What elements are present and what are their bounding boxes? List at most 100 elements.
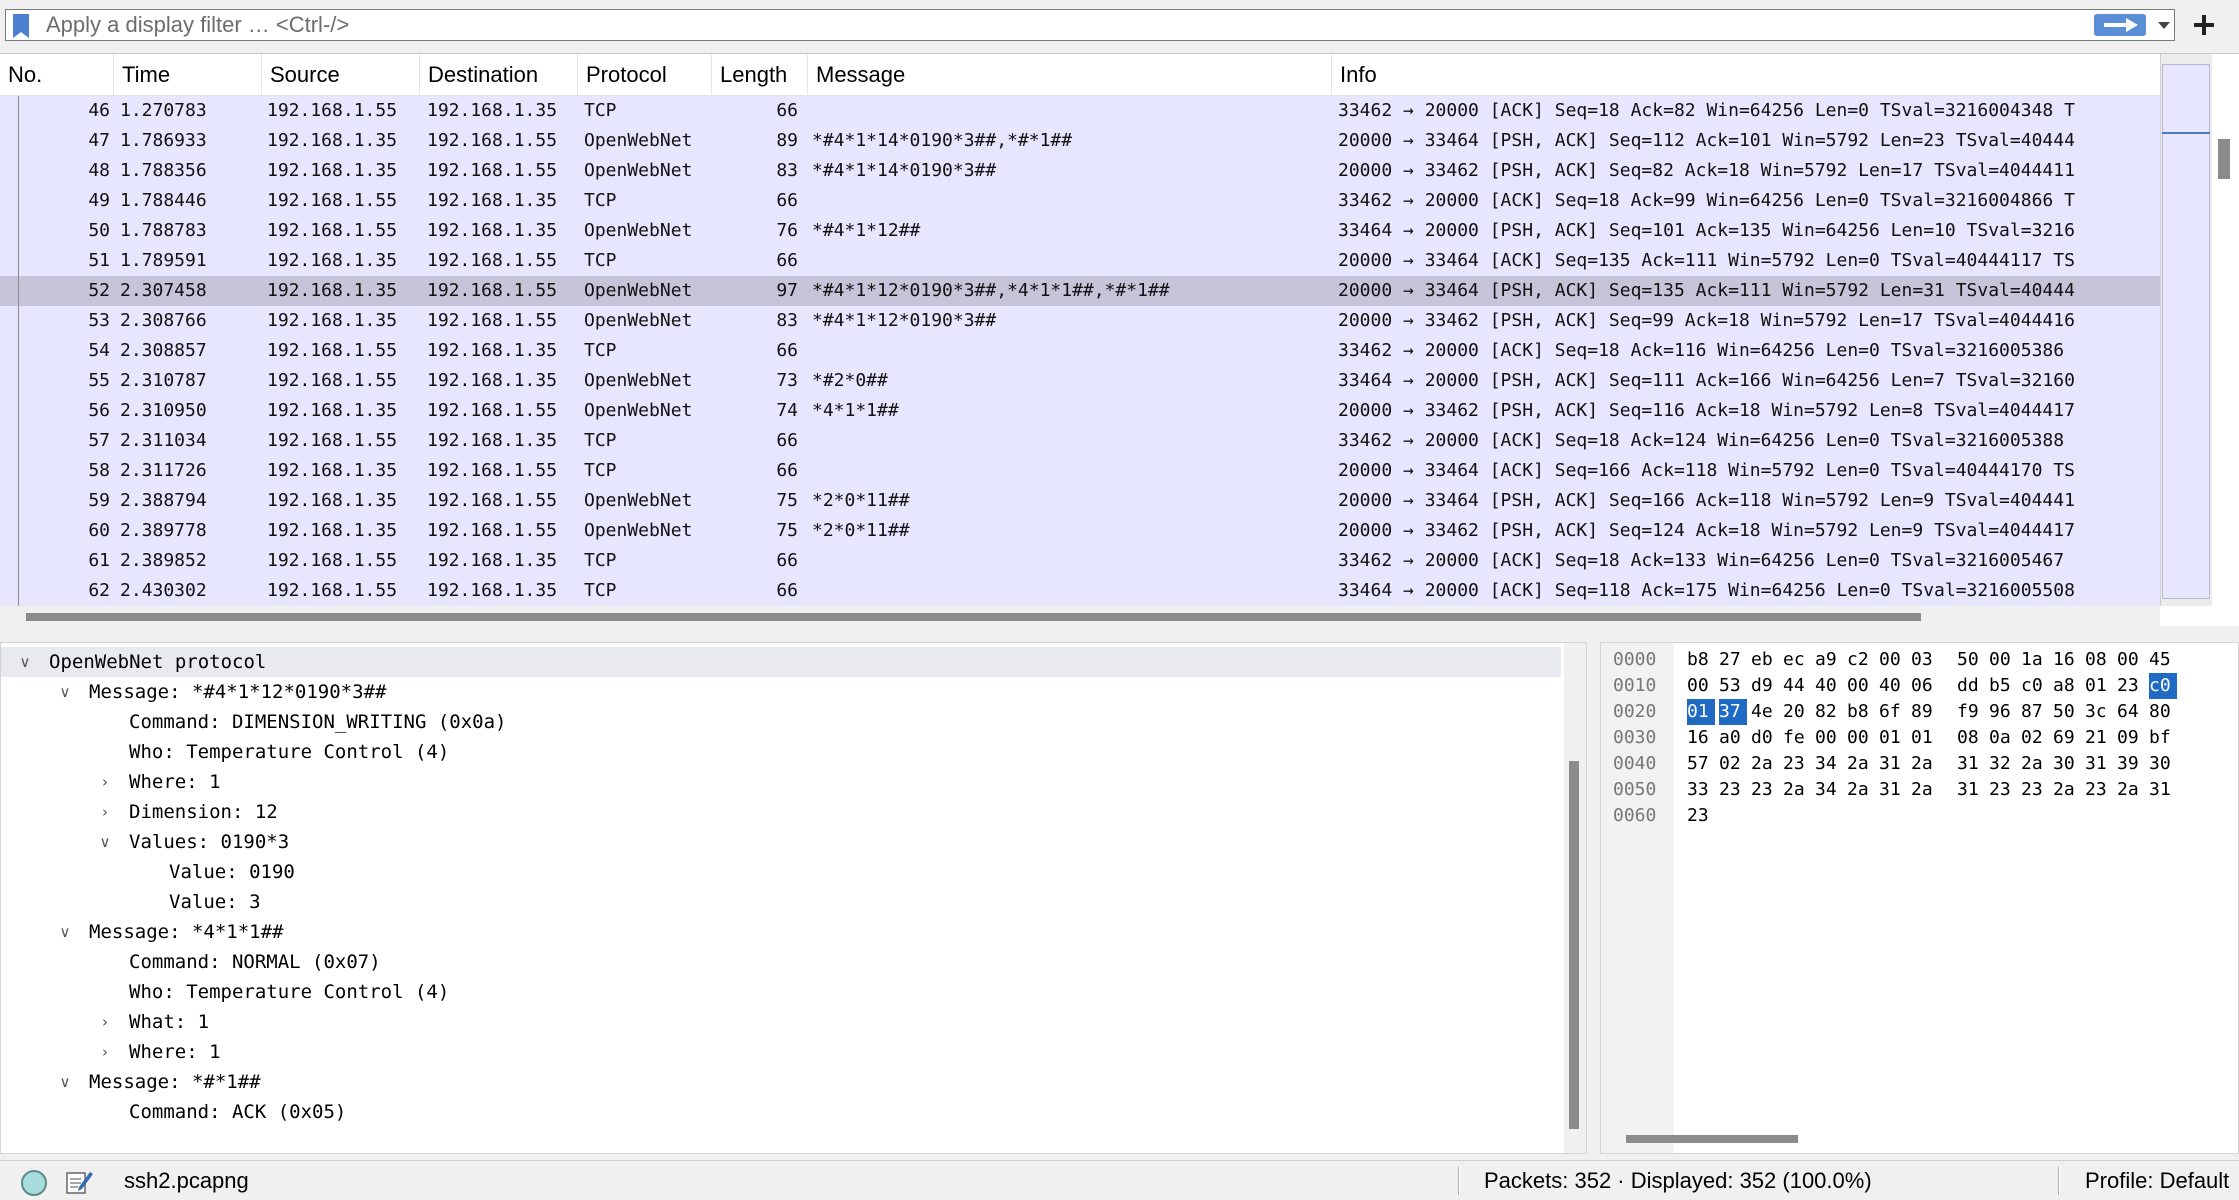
hex-byte[interactable]: 53 bbox=[1719, 673, 1751, 699]
detail-tree-item[interactable]: ∨ Message: *#*1## bbox=[1, 1067, 1561, 1097]
hex-byte[interactable]: b5 bbox=[1989, 673, 2021, 699]
hex-byte[interactable]: 64 bbox=[2117, 699, 2149, 725]
hex-byte[interactable]: 45 bbox=[2149, 647, 2181, 673]
hex-byte[interactable]: 23 bbox=[1687, 803, 1719, 829]
packet-row[interactable]: 51 1.789591 192.168.1.35 192.168.1.55 TCP 66 2… bbox=[0, 246, 2160, 276]
hex-byte[interactable]: 00 bbox=[1687, 673, 1719, 699]
chevron-right-icon[interactable]: › bbox=[95, 767, 115, 797]
packet-bytes-hscroll-thumb[interactable] bbox=[1626, 1135, 1798, 1143]
column-header-source[interactable]: Source bbox=[262, 54, 420, 96]
hex-byte[interactable]: 01 bbox=[1911, 725, 1943, 751]
hex-byte[interactable]: 34 bbox=[1815, 777, 1847, 803]
packet-row[interactable]: 55 2.310787 192.168.1.55 192.168.1.35 OpenWe… bbox=[0, 366, 2160, 396]
hex-byte[interactable]: 08 bbox=[2085, 647, 2117, 673]
hex-byte[interactable]: 00 bbox=[1989, 647, 2021, 673]
hex-byte[interactable]: 01 bbox=[1687, 699, 1715, 725]
detail-tree-item[interactable]: Value: 0190 bbox=[1, 857, 1561, 887]
hex-byte[interactable]: 23 bbox=[1989, 777, 2021, 803]
hex-byte[interactable]: 16 bbox=[2053, 647, 2085, 673]
detail-tree-item[interactable]: › Where: 1 bbox=[1, 767, 1561, 797]
hex-byte[interactable]: 87 bbox=[2021, 699, 2053, 725]
column-header-destination[interactable]: Destination bbox=[420, 54, 578, 96]
detail-tree-item[interactable]: ∨ Values: 0190*3 bbox=[1, 827, 1561, 857]
hex-byte[interactable]: b8 bbox=[1687, 647, 1719, 673]
hex-byte[interactable]: 21 bbox=[2085, 725, 2117, 751]
hex-byte[interactable]: 2a bbox=[1911, 777, 1943, 803]
hex-byte[interactable]: 31 bbox=[1957, 751, 1989, 777]
packet-list-minimap[interactable] bbox=[2162, 64, 2210, 599]
hex-byte[interactable]: 34 bbox=[1815, 751, 1847, 777]
packet-row[interactable]: 48 1.788356 192.168.1.35 192.168.1.55 OpenWe… bbox=[0, 156, 2160, 186]
hex-byte[interactable]: d9 bbox=[1751, 673, 1783, 699]
detail-tree-item[interactable]: Value: 3 bbox=[1, 887, 1561, 917]
hex-byte[interactable]: 2a bbox=[1911, 751, 1943, 777]
hex-byte[interactable]: 1a bbox=[2021, 647, 2053, 673]
hex-byte[interactable]: 23 bbox=[2021, 777, 2053, 803]
hex-byte[interactable]: a8 bbox=[2053, 673, 2085, 699]
hex-byte[interactable]: a0 bbox=[1719, 725, 1751, 751]
display-filter-input[interactable] bbox=[46, 12, 2076, 38]
hex-byte[interactable]: 01 bbox=[1879, 725, 1911, 751]
hex-byte[interactable]: 32 bbox=[1989, 751, 2021, 777]
chevron-right-icon[interactable]: › bbox=[95, 1037, 115, 1067]
packet-row[interactable]: 57 2.311034 192.168.1.55 192.168.1.35 TCP 66 3… bbox=[0, 426, 2160, 456]
packet-row[interactable]: 54 2.308857 192.168.1.55 192.168.1.35 TCP 66 3… bbox=[0, 336, 2160, 366]
configuration-profile[interactable]: Profile: Default bbox=[2085, 1161, 2229, 1200]
hex-byte[interactable]: 33 bbox=[1687, 777, 1719, 803]
column-header-time[interactable]: Time bbox=[114, 54, 262, 96]
packet-row[interactable]: 62 2.430302 192.168.1.55 192.168.1.35 TCP 66 3… bbox=[0, 576, 2160, 606]
hex-byte[interactable]: 0a bbox=[1989, 725, 2021, 751]
hex-byte[interactable]: 00 bbox=[1847, 725, 1879, 751]
column-header-info[interactable]: Info bbox=[1332, 54, 2160, 96]
hex-byte[interactable]: f9 bbox=[1957, 699, 1989, 725]
hex-byte[interactable]: 89 bbox=[1911, 699, 1943, 725]
hex-byte[interactable]: 39 bbox=[2117, 751, 2149, 777]
chevron-down-icon[interactable]: ∨ bbox=[55, 1067, 75, 1097]
hex-byte[interactable]: c0 bbox=[2149, 673, 2177, 699]
hex-byte[interactable]: 2a bbox=[1783, 777, 1815, 803]
hex-byte[interactable]: 16 bbox=[1687, 725, 1719, 751]
hex-byte[interactable]: 2a bbox=[2053, 777, 2085, 803]
hex-byte[interactable]: 31 bbox=[2149, 777, 2181, 803]
hex-byte[interactable]: 50 bbox=[2053, 699, 2085, 725]
hex-byte[interactable]: d0 bbox=[1751, 725, 1783, 751]
hex-byte[interactable]: 37 bbox=[1719, 699, 1747, 725]
expert-info-status-icon[interactable] bbox=[21, 1170, 47, 1196]
hex-byte[interactable]: 6f bbox=[1879, 699, 1911, 725]
chevron-down-icon[interactable]: ∨ bbox=[15, 647, 35, 677]
column-header-protocol[interactable]: Protocol bbox=[578, 54, 712, 96]
packet-row[interactable]: 56 2.310950 192.168.1.35 192.168.1.55 OpenWe… bbox=[0, 396, 2160, 426]
packet-row[interactable]: 61 2.389852 192.168.1.55 192.168.1.35 TCP 66 3… bbox=[0, 546, 2160, 576]
detail-tree-item[interactable]: › What: 1 bbox=[1, 1007, 1561, 1037]
hex-byte[interactable]: 31 bbox=[2085, 751, 2117, 777]
hex-byte[interactable]: 3c bbox=[2085, 699, 2117, 725]
chevron-down-icon[interactable]: ∨ bbox=[95, 827, 115, 857]
hex-byte[interactable]: 23 bbox=[1719, 777, 1751, 803]
column-header-message[interactable]: Message bbox=[808, 54, 1332, 96]
detail-tree-item[interactable]: ∨ Message: *4*1*1## bbox=[1, 917, 1561, 947]
packet-bytes-hscrollbar[interactable] bbox=[1611, 1131, 2231, 1147]
chevron-right-icon[interactable]: › bbox=[95, 1007, 115, 1037]
hex-byte[interactable]: 31 bbox=[1879, 777, 1911, 803]
hex-byte[interactable]: 00 bbox=[1879, 647, 1911, 673]
hex-byte[interactable]: 01 bbox=[2085, 673, 2117, 699]
bookmark-icon[interactable] bbox=[11, 14, 31, 38]
hex-byte[interactable]: 09 bbox=[2117, 725, 2149, 751]
hex-byte[interactable]: eb bbox=[1751, 647, 1783, 673]
hex-byte[interactable]: 2a bbox=[1847, 777, 1879, 803]
hex-byte[interactable]: 02 bbox=[2021, 725, 2053, 751]
filter-history-dropdown-icon[interactable] bbox=[2154, 14, 2174, 36]
hex-byte[interactable]: 06 bbox=[1911, 673, 1943, 699]
hex-byte[interactable]: a9 bbox=[1815, 647, 1847, 673]
hex-byte[interactable]: 2a bbox=[2117, 777, 2149, 803]
hex-byte[interactable]: 2a bbox=[1751, 751, 1783, 777]
hex-byte[interactable]: 00 bbox=[1815, 725, 1847, 751]
capture-comment-edit-icon[interactable] bbox=[64, 1167, 94, 1197]
detail-tree-item[interactable]: Command: ACK (0x05) bbox=[1, 1097, 1561, 1127]
hex-byte[interactable]: 50 bbox=[1957, 647, 1989, 673]
column-header-no[interactable]: No. bbox=[0, 54, 114, 96]
packet-row[interactable]: 52 2.307458 192.168.1.35 192.168.1.55 OpenWe… bbox=[0, 276, 2160, 306]
hex-byte[interactable]: 00 bbox=[2117, 647, 2149, 673]
chevron-down-icon[interactable]: ∨ bbox=[55, 677, 75, 707]
hex-byte[interactable]: bf bbox=[2149, 725, 2181, 751]
